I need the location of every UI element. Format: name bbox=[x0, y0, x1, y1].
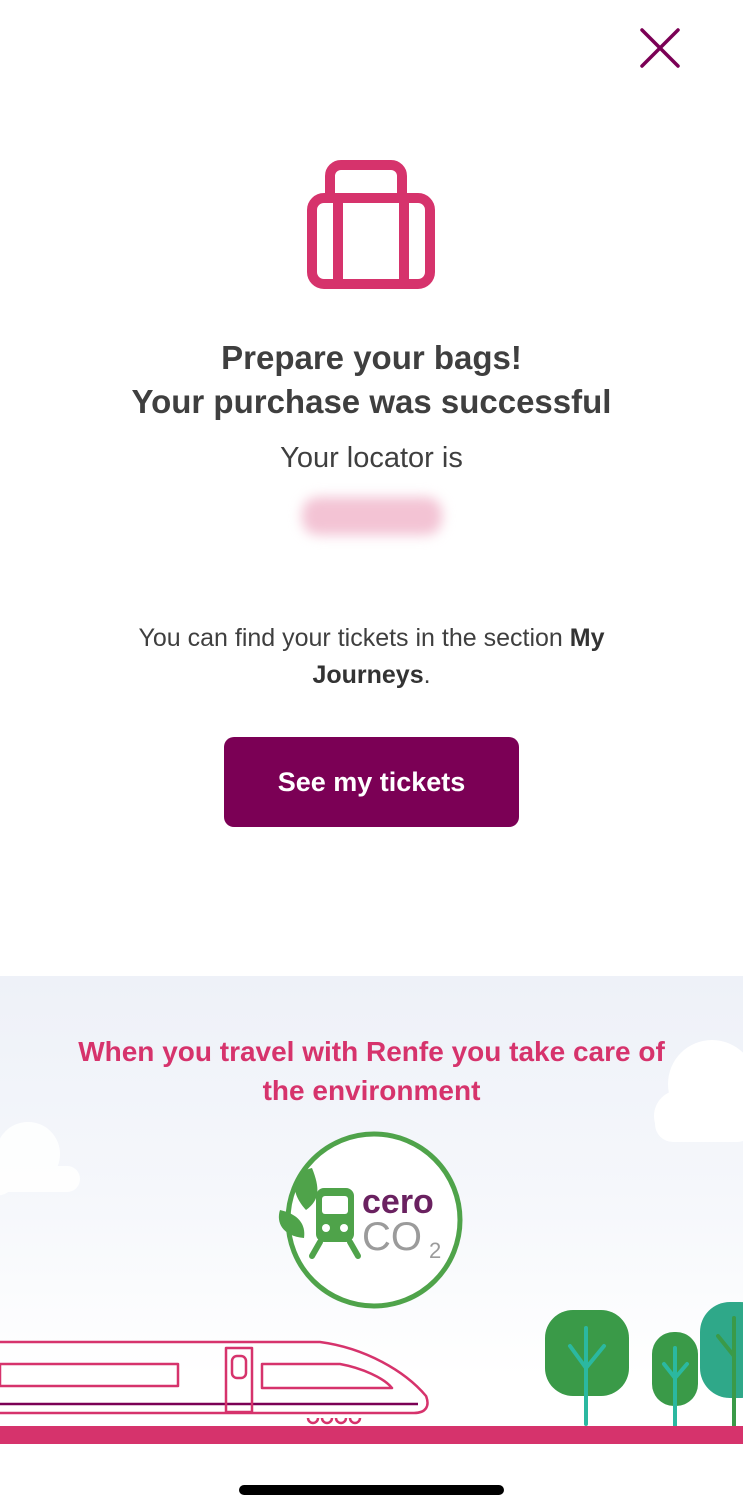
tree-icon bbox=[545, 1310, 629, 1426]
tree-icon bbox=[700, 1302, 743, 1428]
close-button[interactable] bbox=[634, 22, 686, 74]
badge-co: CO bbox=[362, 1215, 422, 1259]
info-prefix: You can find your tickets in the section bbox=[138, 624, 570, 652]
tickets-info-text: You can find your tickets in the section… bbox=[80, 620, 663, 694]
locator-label: Your locator is bbox=[280, 442, 463, 474]
eco-banner: When you travel with Renfe you take care… bbox=[0, 976, 743, 1510]
see-my-tickets-button[interactable]: See my tickets bbox=[224, 737, 519, 827]
success-title-line2: Your purchase was successful bbox=[131, 383, 612, 420]
cero-co2-badge: cero CO 2 bbox=[276, 1130, 470, 1310]
suitcase-icon bbox=[300, 158, 443, 294]
close-icon bbox=[640, 28, 680, 68]
success-title-line1: Prepare your bags! bbox=[221, 339, 522, 376]
home-indicator[interactable] bbox=[239, 1485, 504, 1495]
locator-value bbox=[302, 497, 442, 535]
tree-icon bbox=[652, 1332, 698, 1428]
cloud-icon bbox=[0, 1122, 80, 1196]
info-suffix: . bbox=[423, 661, 431, 689]
eco-message: When you travel with Renfe you take care… bbox=[78, 1036, 665, 1106]
track-line bbox=[0, 1426, 743, 1444]
badge-sub: 2 bbox=[429, 1238, 441, 1263]
train-illustration bbox=[0, 1340, 429, 1425]
